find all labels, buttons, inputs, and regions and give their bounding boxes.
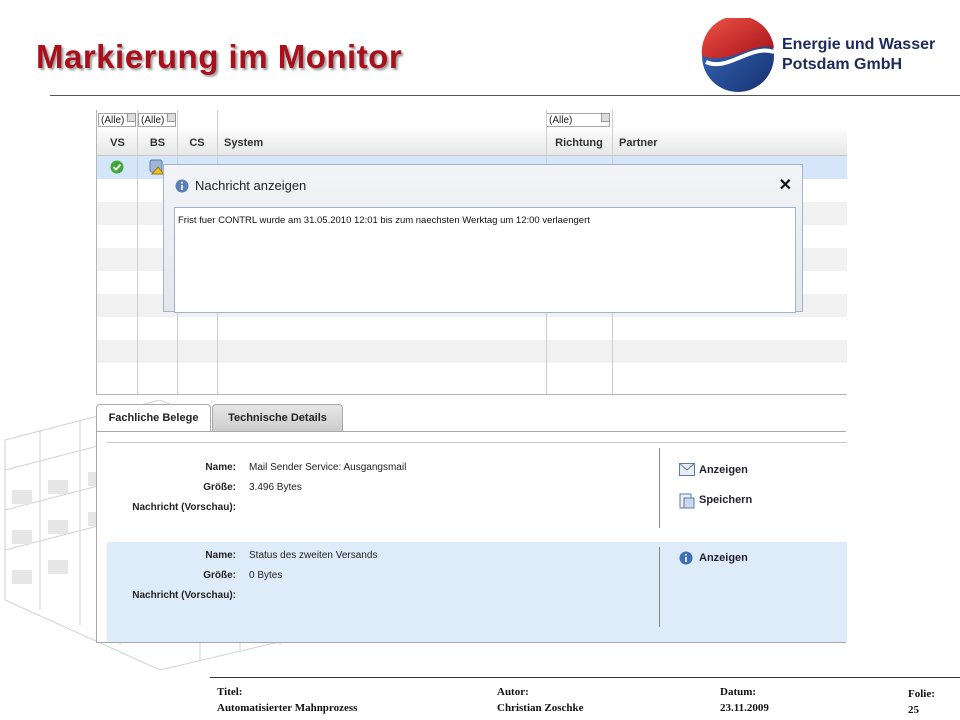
dialog-message-text: Frist fuer CONTRL wurde am 31.05.2010 12… — [174, 207, 796, 313]
footer-divider — [210, 677, 960, 678]
tab-technische-details[interactable]: Technische Details — [212, 404, 343, 431]
save-icon — [679, 493, 695, 509]
filter-bs[interactable]: (Alle) — [138, 110, 176, 130]
size-value: 0 Bytes — [249, 570, 283, 581]
tab-fachliche-belege[interactable]: Fachliche Belege — [96, 404, 211, 432]
company-name-line1: Energie und Wasser — [782, 36, 936, 53]
column-header-vs[interactable]: VS — [97, 130, 138, 156]
dialog-title: Nachricht anzeigen — [195, 178, 307, 193]
company-name: Energie und Wasser Potsdam GmbH — [782, 35, 935, 75]
company-logo-icon — [701, 18, 775, 92]
name-label: Name: — [205, 462, 236, 473]
footer-date: Datum: 23.11.2009 — [720, 686, 769, 714]
preview-label: Nachricht (Vorschau): — [132, 590, 236, 601]
filter-richtung[interactable]: (Alle) — [546, 110, 610, 130]
column-header-partner[interactable]: Partner — [612, 130, 847, 156]
filter-dropdown-icon[interactable] — [127, 113, 136, 122]
column-divider — [137, 110, 138, 394]
company-name-line2: Potsdam GmbH — [782, 56, 903, 73]
column-header-system[interactable]: System — [217, 130, 546, 156]
document-entry: Name: Status des zweiten Versands Größe:… — [107, 542, 847, 642]
column-header-cs[interactable]: CS — [177, 130, 217, 156]
info-icon — [679, 551, 693, 565]
filter-vs[interactable]: (Alle) — [97, 110, 137, 130]
name-value: Status des zweiten Versands — [249, 550, 378, 561]
panel-separator — [659, 448, 660, 528]
panel-separator — [659, 547, 660, 627]
mail-icon — [679, 463, 695, 476]
preview-label: Nachricht (Vorschau): — [132, 502, 236, 513]
footer-slide-number: Folie: 25 — [908, 688, 935, 716]
message-dialog: Nachricht anzeigen ✕ Frist fuer CONTRL w… — [163, 164, 803, 313]
size-label: Größe: — [203, 482, 236, 493]
details-panel: Name: Mail Sender Service: Ausgangsmail … — [96, 431, 847, 643]
close-icon[interactable]: ✕ — [779, 175, 792, 195]
title-divider — [50, 95, 960, 96]
footer-title: Titel: Automatisierter Mahnprozess — [217, 686, 358, 714]
filter-dropdown-icon[interactable] — [167, 113, 176, 122]
footer-author: Autor: Christian Zoschke — [497, 686, 584, 714]
size-value: 3.496 Bytes — [249, 482, 302, 493]
name-value: Mail Sender Service: Ausgangsmail — [249, 462, 407, 473]
table-row[interactable] — [97, 340, 847, 363]
filter-dropdown-icon[interactable] — [601, 113, 610, 122]
column-header-richtung[interactable]: Richtung — [546, 130, 612, 156]
info-icon — [175, 179, 189, 193]
document-entry: Name: Mail Sender Service: Ausgangsmail … — [107, 442, 847, 542]
check-icon — [110, 160, 124, 174]
size-label: Größe: — [203, 570, 236, 581]
name-label: Name: — [205, 550, 236, 561]
column-header-bs[interactable]: BS — [138, 130, 177, 156]
slide-title: Markierung im Monitor — [36, 38, 403, 75]
